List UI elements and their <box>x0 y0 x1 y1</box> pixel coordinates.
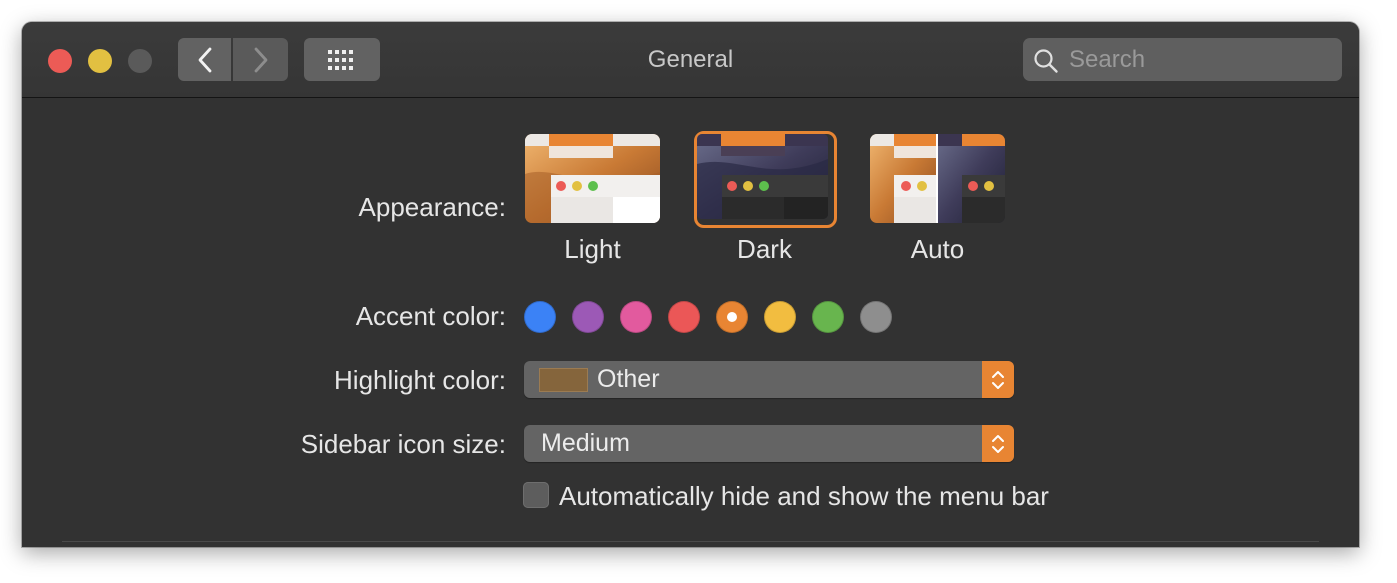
accent-color-swatch[interactable] <box>572 301 604 333</box>
auto-mode-preview <box>870 134 1005 223</box>
search-field[interactable] <box>1023 38 1342 81</box>
appearance-dark-label: Dark <box>737 234 792 264</box>
accent-color-swatch[interactable] <box>812 301 844 333</box>
highlight-color-popup[interactable]: Other <box>524 361 1014 398</box>
highlight-color-value: Other <box>597 365 660 393</box>
highlight-color-swatch <box>539 368 588 392</box>
menu-bar-autohide-checkbox[interactable] <box>523 482 549 508</box>
dark-mode-preview <box>697 134 828 219</box>
up-down-chevron-icon <box>992 370 1004 389</box>
section-divider <box>62 541 1319 542</box>
accent-color-label: Accent color: <box>355 301 506 331</box>
appearance-label: Appearance: <box>358 192 506 222</box>
title-bar: General <box>22 22 1359 98</box>
sidebar-icon-size-label: Sidebar icon size: <box>300 429 506 459</box>
magnifier-icon <box>1034 49 1058 73</box>
accent-color-swatch[interactable] <box>524 301 556 333</box>
highlight-popup-stepper[interactable] <box>982 361 1014 398</box>
sidebar-popup-stepper[interactable] <box>982 425 1014 462</box>
accent-color-swatch[interactable] <box>716 301 748 333</box>
appearance-auto-thumbnail[interactable] <box>870 134 1005 223</box>
search-input[interactable] <box>1069 38 1329 81</box>
accent-color-swatch[interactable] <box>620 301 652 333</box>
accent-color-swatch[interactable] <box>860 301 892 333</box>
system-preferences-window: General Appearance: <box>22 22 1359 547</box>
appearance-light-label: Light <box>564 234 621 264</box>
accent-color-swatch[interactable] <box>764 301 796 333</box>
appearance-light-thumbnail[interactable] <box>525 134 660 223</box>
light-mode-preview <box>525 134 660 223</box>
selected-accent-indicator <box>727 312 737 322</box>
appearance-auto-label: Auto <box>910 234 965 264</box>
highlight-color-label: Highlight color: <box>334 365 506 395</box>
up-down-chevron-icon <box>992 434 1004 453</box>
sidebar-icon-size-popup[interactable]: Medium <box>524 425 1014 462</box>
menu-bar-autohide-label[interactable]: Automatically hide and show the menu bar <box>559 481 1049 512</box>
sidebar-icon-size-value: Medium <box>541 429 630 457</box>
appearance-dark-thumbnail[interactable] <box>697 134 828 219</box>
accent-color-swatch[interactable] <box>668 301 700 333</box>
